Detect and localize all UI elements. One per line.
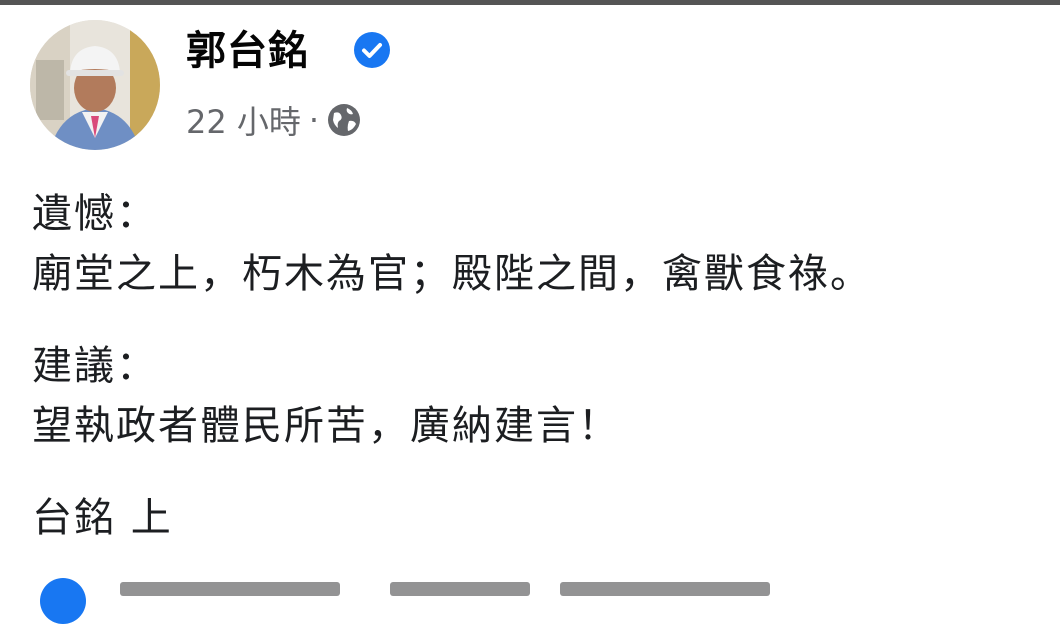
avatar[interactable] — [30, 20, 160, 150]
post-text-line: 望執政者體民所苦，廣納建言！ — [32, 403, 620, 449]
post-text-line: 遺憾： — [32, 191, 158, 237]
verified-badge-icon — [354, 32, 390, 68]
cropped-text-fragment — [120, 582, 340, 596]
author-name[interactable]: 郭台銘 — [186, 28, 309, 74]
window-top-border — [0, 0, 1060, 5]
facebook-icon[interactable] — [40, 578, 86, 624]
cropped-text-fragment — [390, 582, 530, 596]
cropped-text-fragment — [560, 582, 770, 596]
post-text-line: 廟堂之上，朽木為官；殿陛之間，禽獸食祿。 — [32, 251, 872, 297]
avatar-photo — [30, 20, 160, 150]
post-timestamp[interactable]: 22 小時 — [186, 97, 301, 143]
post-meta: 22 小時 · — [186, 98, 363, 142]
post-text-line: 建議： — [32, 343, 158, 389]
post-text-line: 台銘 上 — [32, 495, 173, 541]
meta-separator: · — [308, 101, 320, 139]
globe-icon[interactable] — [325, 101, 363, 139]
